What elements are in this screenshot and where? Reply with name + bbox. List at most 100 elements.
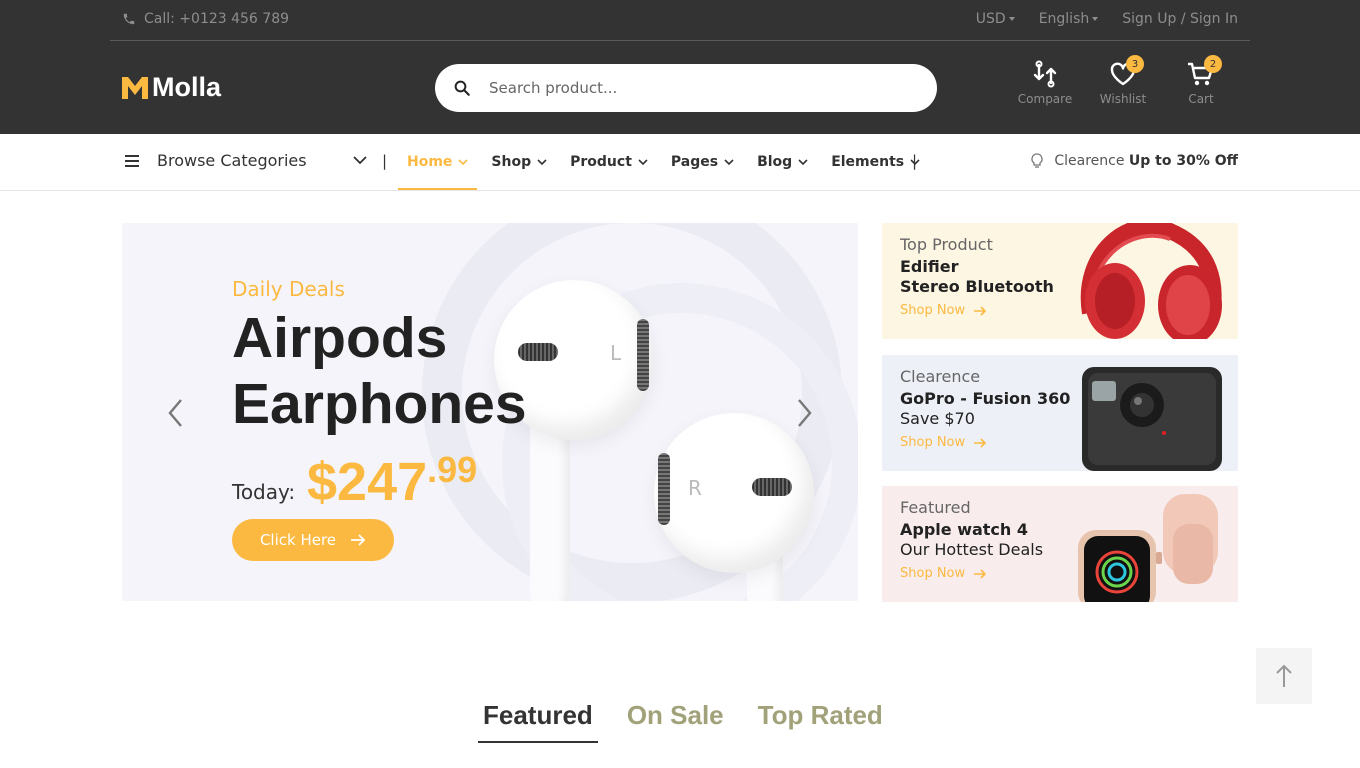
search-bar [435,64,937,112]
nav-home[interactable]: Home [398,134,478,190]
cart-button[interactable]: 2 Cart [1172,55,1230,106]
hamburger-icon [125,154,139,167]
earbud-letter: L [610,341,622,365]
hero-button-label: Click Here [259,531,337,549]
clearence-label: Clearence [1054,153,1125,169]
banner-top-product[interactable]: Top Product Edifier Stereo Bluetooth Sho… [882,223,1238,339]
chevron-down-icon [458,159,468,166]
chevron-down-icon[interactable] [353,153,367,167]
tab-featured[interactable]: Featured [478,700,598,743]
chevron-down-icon [537,159,547,166]
logo-mark-icon [122,76,148,99]
nav-blog-label: Blog [757,154,793,170]
compare-icon [1033,60,1057,88]
nav-blog[interactable]: Blog [748,134,817,190]
chevron-down-icon [798,159,808,166]
product-tabs: Featured On Sale Top Rated [478,700,888,743]
phone-contact[interactable]: Call: +0123 456 789 [122,11,289,27]
hero-title: Airpods Earphones [232,306,527,436]
nav-product-label: Product [570,154,632,170]
currency-select[interactable]: USD [976,11,1015,27]
header: Call: +0123 456 789 USD English Sign Up … [0,0,1360,134]
compare-button[interactable]: Compare [1016,60,1074,106]
main-navigation: Browse Categories | Home Shop Product Pa… [0,134,1360,191]
earbud-grill [658,453,670,525]
shop-now-label: Shop Now [900,566,966,581]
scroll-to-top-button[interactable] [1256,648,1312,704]
banner-title: Edifier [900,257,959,276]
nav-product[interactable]: Product [561,134,657,190]
banner-subtitle: Top Product [900,235,993,254]
banner-line2: Our Hottest Deals [900,540,1044,559]
nav-pages[interactable]: Pages [662,134,743,190]
logo[interactable]: Molla [122,72,221,103]
shop-now-label: Shop Now [900,303,966,318]
arrow-up-icon [1276,664,1292,687]
banner-shop-now-link[interactable]: Shop Now [900,566,987,581]
banner-title-line2: Stereo Bluetooth [900,277,1054,296]
slash-separator: / [1180,11,1186,27]
phone-text: Call: +0123 456 789 [144,11,290,27]
arrow-right-icon [974,305,987,316]
hero-price: $247.99 [307,449,477,513]
banner-shop-now-link[interactable]: Shop Now [900,435,987,450]
search-input[interactable] [489,79,889,97]
hero-slider: L R Daily Deals Airpods Earphones Today:… [122,223,858,601]
slider-next-arrow-icon[interactable] [794,398,814,428]
logo-text: Molla [152,72,222,102]
browse-categories-label: Browse Categories [157,151,307,170]
slider-prev-arrow-icon[interactable] [166,398,186,428]
nav-separator: | [912,152,918,170]
banner-subtitle: Clearence [900,367,981,386]
chevron-down-icon [724,159,734,166]
earbud-letter: R [688,476,702,500]
headphones-image [1080,223,1222,339]
signin-link[interactable]: Sign In [1190,11,1238,27]
earbud-grill [752,478,792,496]
tab-top-rated[interactable]: Top Rated [753,700,888,743]
tab-on-sale[interactable]: On Sale [622,700,729,743]
wishlist-button[interactable]: 3 Wishlist [1094,55,1152,106]
earbud-right-image [654,413,814,573]
compare-label: Compare [1017,92,1073,106]
search-icon[interactable] [453,79,471,97]
hero-click-here-button[interactable]: Click Here [232,519,394,561]
arrow-right-icon [974,437,987,448]
banner-title: Apple watch 4 [900,520,1028,539]
earbud-grill [637,319,649,391]
browse-categories-button[interactable]: Browse Categories [125,151,307,170]
cart-count-badge: 2 [1204,55,1222,73]
clearence-offer: Up to 30% Off [1128,153,1238,169]
banner-shop-now-link[interactable]: Shop Now [900,303,987,318]
cart-label: Cart [1188,92,1214,106]
currency-label: USD [975,11,1006,27]
nav-home-label: Home [407,154,453,170]
wishlist-label: Wishlist [1099,92,1147,106]
language-select[interactable]: English [1039,11,1099,27]
shop-now-label: Shop Now [900,435,966,450]
account-links: Sign Up / Sign In [1122,11,1238,27]
clearence-promo[interactable]: Clearence Up to 30% Off [1030,153,1238,169]
hero-price-main: $247 [307,452,428,512]
apple-watch-image [1078,494,1218,602]
phone-icon [123,13,135,25]
hero-kicker: Daily Deals [232,277,345,301]
menu-bar: Home Shop Product Pages Blog Elements [398,134,934,190]
wishlist-count-badge: 3 [1126,55,1144,73]
language-label: English [1038,11,1090,27]
banner-clearence[interactable]: Clearence GoPro - Fusion 360 Save $70 Sh… [882,355,1238,471]
gopro-camera-image [1082,367,1222,471]
nav-shop-label: Shop [491,154,532,170]
banner-title: GoPro - Fusion 360 [900,389,1071,408]
nav-shop[interactable]: Shop [482,134,556,190]
arrow-right-icon [351,534,366,546]
arrow-right-icon [974,568,987,579]
hero-price-cents: .99 [427,449,478,490]
nav-separator: | [382,152,388,170]
caret-down-icon [1092,17,1099,21]
lightbulb-icon [1031,153,1043,168]
banner-line2: Save $70 [900,409,975,428]
banner-subtitle: Featured [900,498,971,517]
signup-link[interactable]: Sign Up [1122,11,1176,27]
banner-featured[interactable]: Featured Apple watch 4 Our Hottest Deals… [882,486,1238,602]
